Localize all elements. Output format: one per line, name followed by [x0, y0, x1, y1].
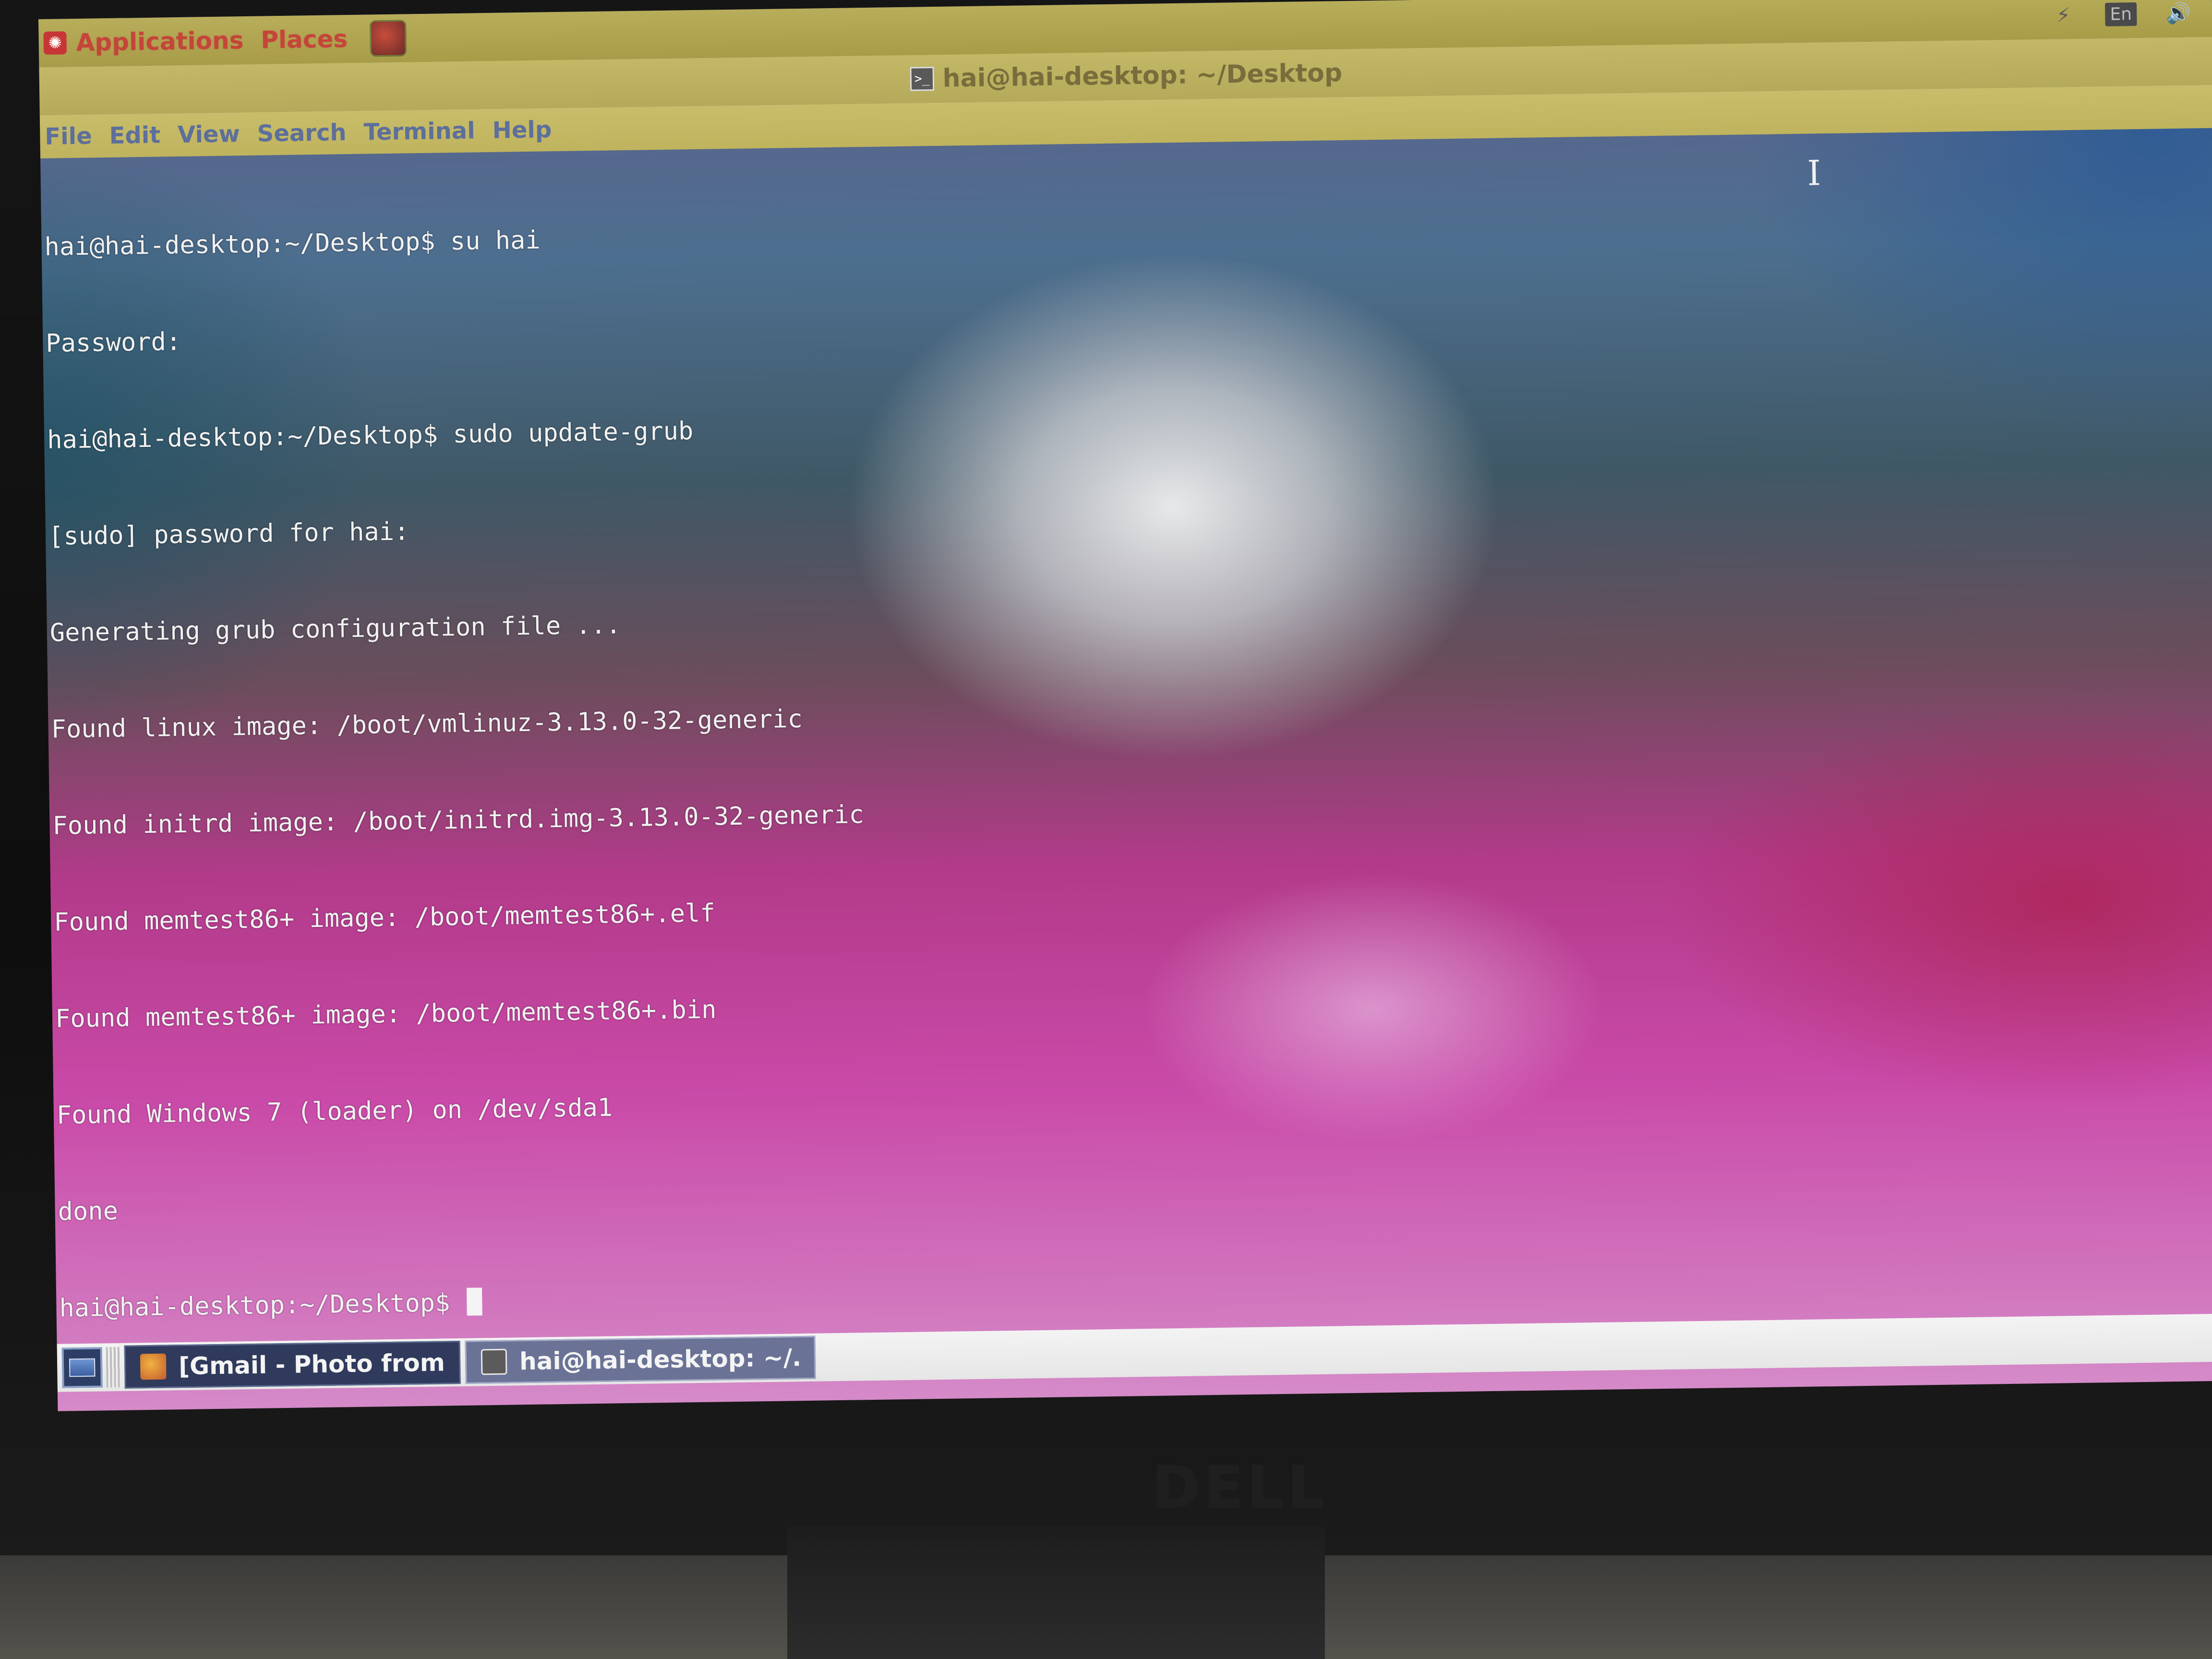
show-desktop-button[interactable] [61, 1347, 103, 1388]
task-button-terminal[interactable]: hai@hai-desktop: ~/... [465, 1335, 816, 1384]
keyboard-layout-indicator[interactable]: En [2105, 0, 2137, 29]
menu-view[interactable]: View [178, 120, 240, 148]
terminal-line: Found initrd image: /boot/initrd.img-3.1… [52, 800, 865, 841]
menu-edit[interactable]: Edit [109, 121, 160, 149]
monitor-stand [787, 1527, 1325, 1659]
terminal-prompt: hai@hai-desktop:~/Desktop$ [59, 1288, 466, 1323]
menu-help[interactable]: Help [492, 116, 552, 144]
system-tray: ⚡ En 🔊 [2049, 0, 2193, 39]
terminal-line: Found Windows 7 (loader) on /dev/sda1 [56, 1093, 613, 1130]
volume-icon[interactable]: 🔊 [2164, 0, 2193, 28]
menu-search[interactable]: Search [257, 119, 347, 147]
applications-menu[interactable]: Applications [76, 26, 243, 57]
menu-file[interactable]: File [45, 122, 92, 150]
places-menu[interactable]: Places [261, 25, 348, 54]
text-cursor [467, 1287, 483, 1316]
task-label: [Gmail - Photo from ... [178, 1348, 445, 1381]
terminal-line: Found memtest86+ image: /boot/memtest86+… [55, 995, 717, 1034]
terminal-prompt-line[interactable]: hai@hai-desktop:~/Desktop$ [59, 1262, 2212, 1325]
terminal-line: hai@hai-desktop:~/Desktop$ su hai [44, 226, 541, 262]
terminal-icon [481, 1348, 507, 1375]
terminal-window: >_ hai@hai-desktop: ~/Desktop File Edit … [39, 36, 2212, 1378]
monitor-brand-logo: DELL [1152, 1455, 1328, 1521]
terminal-line: Found linux image: /boot/vmlinuz-3.13.0-… [51, 704, 803, 744]
mouse-ibeam-cursor-icon: I [1807, 153, 1821, 193]
terminal-line: Password: [46, 327, 181, 358]
menu-terminal[interactable]: Terminal [363, 117, 475, 145]
terminal-line: done [58, 1196, 119, 1226]
terminal-icon: >_ [910, 66, 934, 91]
terminal-output[interactable]: hai@hai-desktop:~/Desktop$ su hai Passwo… [40, 128, 2212, 1389]
desktop-icon [69, 1358, 96, 1377]
task-label: hai@hai-desktop: ~/... [519, 1344, 800, 1376]
browser-icon [140, 1353, 167, 1380]
taskbar-handle[interactable] [106, 1346, 121, 1388]
screen: ✺ Applications Places ⚡ En 🔊 >_ hai@hai-… [38, 0, 2212, 1411]
terminal-line: Generating grub configuration file ... [49, 611, 621, 648]
task-button-gmail[interactable]: [Gmail - Photo from ... [124, 1341, 461, 1389]
app-launcher-icon[interactable] [369, 20, 407, 57]
terminal-line: [sudo] password for hai: [48, 517, 409, 551]
distro-logo-icon[interactable]: ✺ [43, 31, 67, 55]
terminal-line: Found memtest86+ image: /boot/memtest86+… [53, 899, 716, 937]
panel-menu: ✺ Applications Places [43, 20, 407, 61]
network-icon[interactable]: ⚡ [2049, 0, 2078, 30]
language-badge: En [2105, 2, 2137, 26]
terminal-line: hai@hai-desktop:~/Desktop$ sudo update-g… [47, 417, 694, 455]
photo: DELL ✺ Applications Places ⚡ En 🔊 >_ hai… [0, 0, 2212, 1659]
window-title: hai@hai-desktop: ~/Desktop [942, 59, 1343, 93]
